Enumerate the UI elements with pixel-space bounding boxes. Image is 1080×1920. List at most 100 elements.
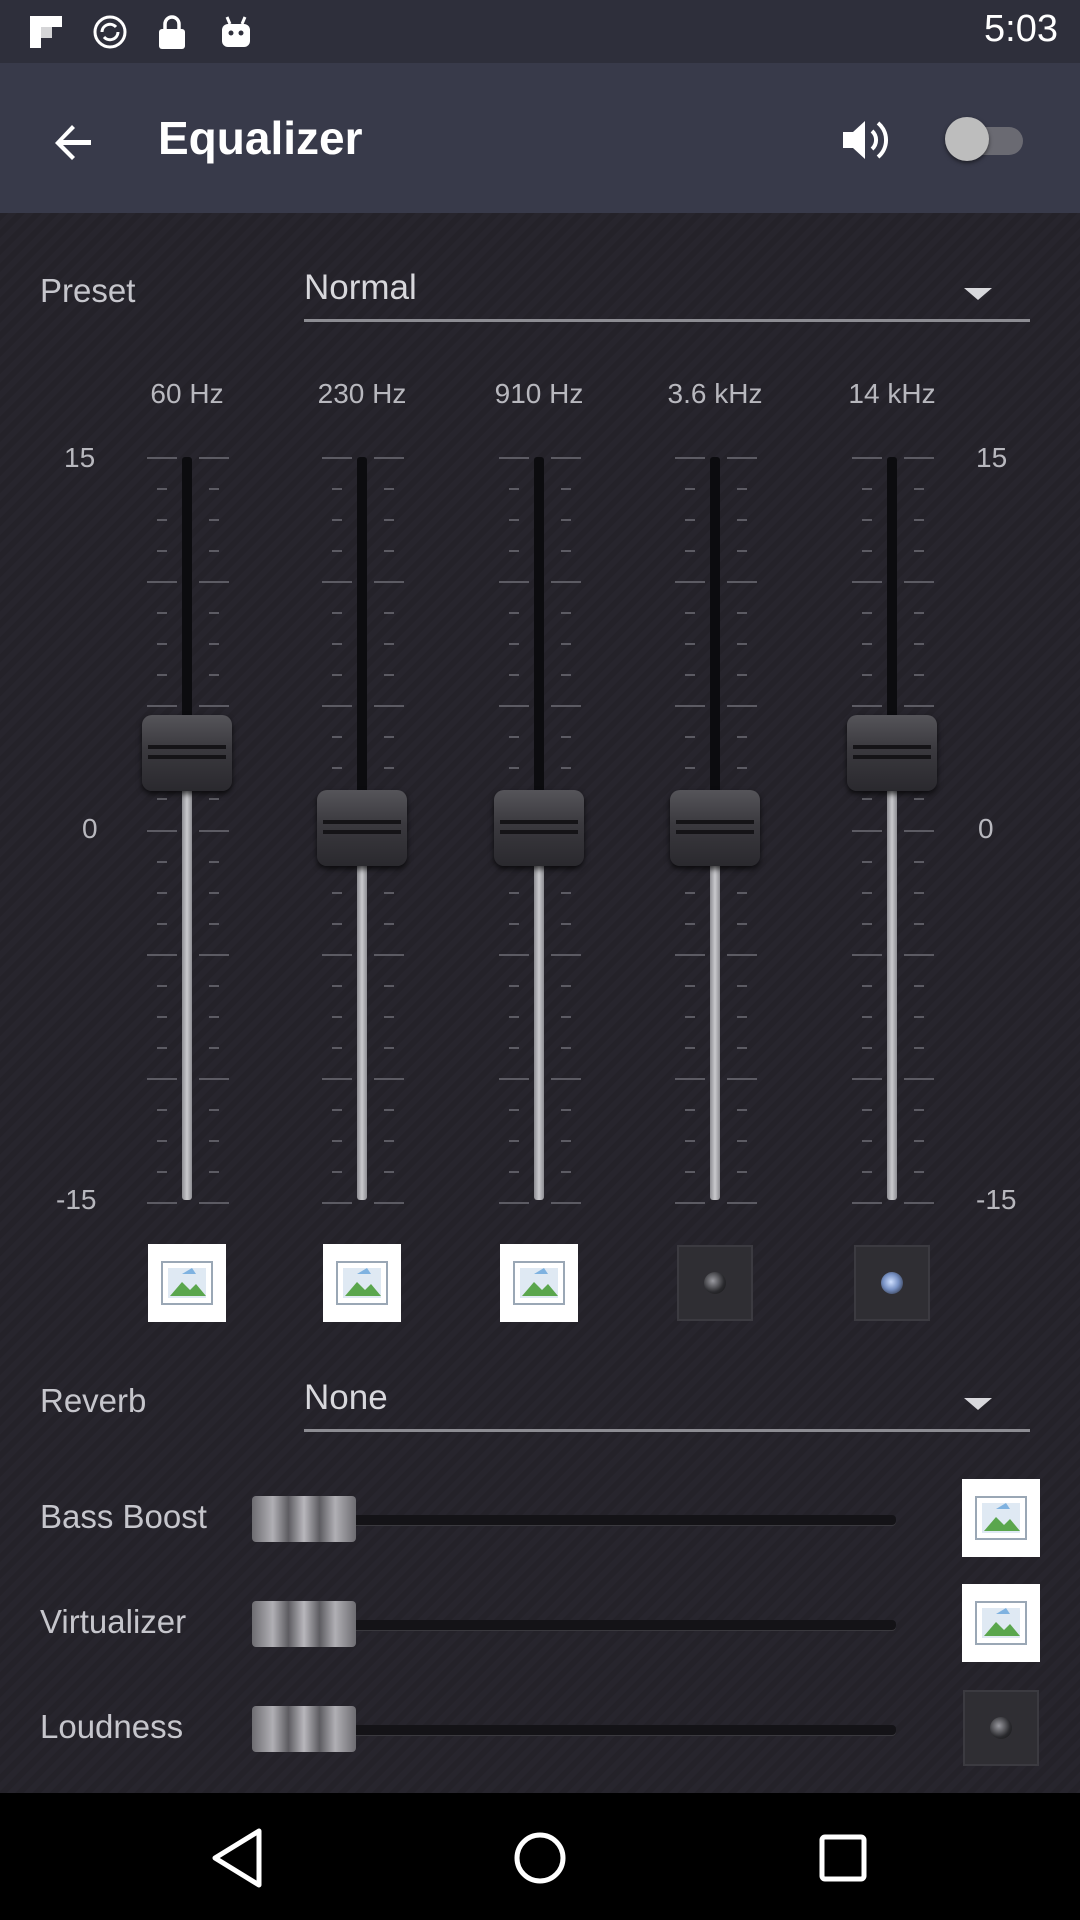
band-slider-thumb[interactable] [142, 715, 232, 791]
scale-tick [509, 519, 519, 522]
scale-tick [561, 1170, 571, 1173]
band-dot-button[interactable] [854, 1245, 930, 1321]
scale-tick [737, 1139, 747, 1142]
scale-tick [384, 519, 394, 522]
scale-tick [147, 829, 177, 832]
scale-tick [561, 922, 571, 925]
scale-tick [675, 953, 705, 956]
effect-dot-button[interactable] [963, 1690, 1039, 1766]
scale-tick [157, 674, 167, 677]
scale-tick [157, 922, 167, 925]
scale-tick [914, 1046, 924, 1049]
scale-tick [384, 1046, 394, 1049]
scale-tick [914, 1108, 924, 1111]
scale-tick [561, 643, 571, 646]
band-slider[interactable] [474, 455, 604, 1210]
scale-tick [384, 891, 394, 894]
band-slider[interactable] [297, 455, 427, 1210]
scale-tick [332, 767, 342, 770]
home-circle-icon [514, 1832, 566, 1884]
scale-tick [561, 488, 571, 491]
volume-up-icon [843, 121, 889, 159]
scale-tick [737, 1108, 747, 1111]
thumb-grip [148, 745, 226, 749]
navigation-bar [0, 1793, 1080, 1920]
scale-tick [862, 1108, 872, 1111]
scale-tick [737, 767, 747, 770]
scale-tick [685, 550, 695, 553]
nav-home-button[interactable] [505, 1823, 575, 1893]
band-track-upper [710, 457, 720, 828]
scale-tick [914, 612, 924, 615]
broken-image-icon [975, 1601, 1027, 1645]
scale-tick [862, 519, 872, 522]
scale-tick [914, 643, 924, 646]
scale-tick [862, 488, 872, 491]
effect-image-button[interactable] [962, 1584, 1040, 1662]
scale-tick [862, 984, 872, 987]
band-slider-thumb[interactable] [670, 789, 760, 866]
scale-tick [914, 519, 924, 522]
scale-tick [862, 612, 872, 615]
scale-tick [322, 581, 352, 584]
effect-slider[interactable] [252, 1599, 896, 1649]
scale-tick [862, 891, 872, 894]
effect-label: Bass Boost [40, 1498, 207, 1535]
band-image-button[interactable] [500, 1244, 578, 1322]
effect-slider[interactable] [252, 1704, 896, 1754]
scale-tick [332, 1046, 342, 1049]
scale-tick [914, 922, 924, 925]
scale-tick [509, 1139, 519, 1142]
scale-tick [157, 1046, 167, 1049]
toggle-thumb [945, 117, 989, 161]
band-slider-thumb[interactable] [494, 789, 584, 866]
scale-tick [322, 1202, 352, 1204]
scale-tick [914, 860, 924, 863]
band-freq-label: 230 Hz [317, 378, 407, 409]
band-dot-button[interactable] [677, 1245, 753, 1321]
page-title: Equalizer [158, 112, 363, 164]
nav-recents-button[interactable] [808, 1823, 878, 1893]
effect-image-button[interactable] [962, 1479, 1040, 1557]
scale-tick [685, 1108, 695, 1111]
scale-tick [685, 643, 695, 646]
broken-image-icon [975, 1496, 1027, 1540]
scale-tick [374, 581, 404, 584]
band-freq-label: 910 Hz [494, 378, 584, 409]
android-icon [216, 12, 256, 52]
band-slider-thumb[interactable] [847, 715, 937, 791]
scale-tick [862, 550, 872, 553]
band-slider[interactable] [827, 455, 957, 1210]
scale-tick [561, 550, 571, 553]
back-button[interactable] [34, 103, 114, 183]
scale-tick [322, 457, 352, 459]
scale-tick [551, 1077, 581, 1080]
effect-slider-thumb[interactable] [252, 1496, 356, 1542]
band-slider[interactable] [650, 455, 780, 1210]
volume-button[interactable] [835, 108, 899, 172]
scale-tick [384, 674, 394, 677]
scale-tick [509, 612, 519, 615]
preset-dropdown[interactable]: Normal [304, 262, 1030, 322]
effect-slider-thumb[interactable] [252, 1706, 356, 1752]
scale-mid-left: 0 [82, 813, 98, 844]
scale-tick [685, 736, 695, 739]
effect-slider-thumb[interactable] [252, 1601, 356, 1647]
equalizer-toggle[interactable] [945, 117, 1025, 161]
band-image-button[interactable] [323, 1244, 401, 1322]
scale-tick [209, 674, 219, 677]
band-freq-label: 60 Hz [150, 378, 224, 409]
band-image-button[interactable] [148, 1244, 226, 1322]
nav-back-button[interactable] [202, 1823, 272, 1893]
scale-tick [551, 953, 581, 956]
reverb-dropdown[interactable]: None [304, 1372, 1030, 1432]
band-slider-thumb[interactable] [317, 789, 407, 866]
scale-tick [685, 767, 695, 770]
band-track-lower [357, 827, 367, 1200]
scale-tick [685, 1015, 695, 1018]
band-slider[interactable] [122, 455, 252, 1210]
scale-tick [737, 984, 747, 987]
thumb-grip [676, 829, 754, 834]
effect-slider[interactable] [252, 1494, 896, 1544]
scale-tick [322, 705, 352, 708]
